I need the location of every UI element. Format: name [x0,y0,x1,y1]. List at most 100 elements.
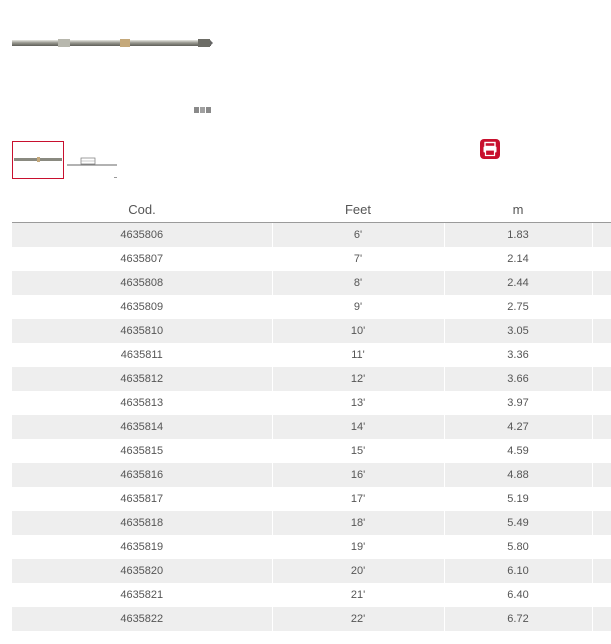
cell-meters: 3.66 [444,367,593,391]
cell-extra [592,367,611,391]
pdf-print-icon[interactable] [480,139,500,159]
table-row: 4635807 7' 2.14 [12,247,611,271]
cell-extra [592,319,611,343]
cell-extra [592,487,611,511]
table-row: 4635822 22' 6.72 [12,607,611,631]
table-row: 4635811 11' 3.36 [12,343,611,367]
stanchion-rod-thumbnail[interactable] [12,141,64,179]
table-row: 4635819 19' 5.80 [12,535,611,559]
cell-extra [592,271,611,295]
table-row: 4635808 8' 2.44 [12,271,611,295]
cell-code: 4635816 [12,463,273,487]
cell-code: 4635812 [12,367,273,391]
cell-extra [592,583,611,607]
header-extra [592,196,611,223]
cell-meters: 6.40 [444,583,593,607]
cell-feet: 12' [272,367,445,391]
cell-meters: 2.44 [444,271,593,295]
cell-code: 4635807 [12,247,273,271]
cell-feet: 14' [272,415,445,439]
cell-code: 4635806 [12,222,273,247]
cell-code: 4635813 [12,391,273,415]
cell-code: 4635819 [12,535,273,559]
cell-extra [592,343,611,367]
product-page: Cod. Feet m 4635806 6' 1.83 4635807 7' 2.14 46… [0,0,611,644]
cell-extra [592,247,611,271]
cell-code: 4635809 [12,295,273,319]
table-row: 4635814 14' 4.27 [12,415,611,439]
cell-meters: 3.97 [444,391,593,415]
cell-code: 4635808 [12,271,273,295]
table-body: 4635806 6' 1.83 4635807 7' 2.14 4635808 8' 2.44 4… [12,222,611,631]
cell-feet: 21' [272,583,445,607]
cell-meters: 2.14 [444,247,593,271]
cell-meters: 3.36 [444,343,593,367]
dimension-drawing-icon [67,157,117,178]
cell-extra [592,559,611,583]
cell-extra [592,439,611,463]
cell-feet: 17' [272,487,445,511]
table-row: 4635809 9' 2.75 [12,295,611,319]
cell-extra [592,607,611,631]
cell-code: 4635818 [12,511,273,535]
table-row: 4635813 13' 3.97 [12,391,611,415]
cell-extra [592,415,611,439]
cell-code: 4635814 [12,415,273,439]
cell-feet: 11' [272,343,445,367]
table-row: 4635817 17' 5.19 [12,487,611,511]
cell-meters: 5.49 [444,511,593,535]
cell-feet: 8' [272,271,445,295]
cell-meters: 5.19 [444,487,593,511]
cell-feet: 18' [272,511,445,535]
cell-feet: 16' [272,463,445,487]
cell-feet: 10' [272,319,445,343]
cell-extra [592,391,611,415]
header-meters: m [444,196,592,223]
table-row: 4635806 6' 1.83 [12,222,611,247]
cell-code: 4635820 [12,559,273,583]
cell-meters: 1.83 [444,222,593,247]
tubular-stanchion-rod-image [12,39,213,47]
cell-feet: 7' [272,247,445,271]
table-header-row: Cod. Feet m [12,196,611,223]
cell-feet: 6' [272,222,445,247]
cell-feet: 13' [272,391,445,415]
specifications-table: Cod. Feet m 4635806 6' 1.83 4635807 7' 2.14 46… [12,196,611,631]
cell-meters: 4.88 [444,463,593,487]
cell-code: 4635821 [12,583,273,607]
cell-feet: 19' [272,535,445,559]
cell-feet: 15' [272,439,445,463]
cell-code: 4635810 [12,319,273,343]
cell-feet: 22' [272,607,445,631]
cell-meters: 3.05 [444,319,593,343]
header-code: Cod. [12,196,272,223]
cell-code: 4635822 [12,607,273,631]
cell-meters: 6.72 [444,607,593,631]
rod-thumbnail-icon [14,157,62,162]
table-row: 4635810 10' 3.05 [12,319,611,343]
cell-extra [592,463,611,487]
cell-meters: 4.27 [444,415,593,439]
header-feet: Feet [272,196,444,223]
cell-meters: 5.80 [444,535,593,559]
table-row: 4635816 16' 4.88 [12,463,611,487]
table-row: 4635821 21' 6.40 [12,583,611,607]
cell-feet: 20' [272,559,445,583]
cell-extra [592,222,611,247]
table-row: 4635820 20' 6.10 [12,559,611,583]
cell-meters: 6.10 [444,559,593,583]
rod-dimension-drawing-thumbnail[interactable] [66,141,118,179]
cell-feet: 9' [272,295,445,319]
cell-extra [592,295,611,319]
brand-mark-icon [194,107,211,113]
cell-meters: 2.75 [444,295,593,319]
cell-extra [592,511,611,535]
table-row: 4635812 12' 3.66 [12,367,611,391]
cell-code: 4635815 [12,439,273,463]
table-row: 4635818 18' 5.49 [12,511,611,535]
cell-code: 4635811 [12,343,273,367]
cell-meters: 4.59 [444,439,593,463]
cell-extra [592,535,611,559]
table-row: 4635815 15' 4.59 [12,439,611,463]
cell-code: 4635817 [12,487,273,511]
